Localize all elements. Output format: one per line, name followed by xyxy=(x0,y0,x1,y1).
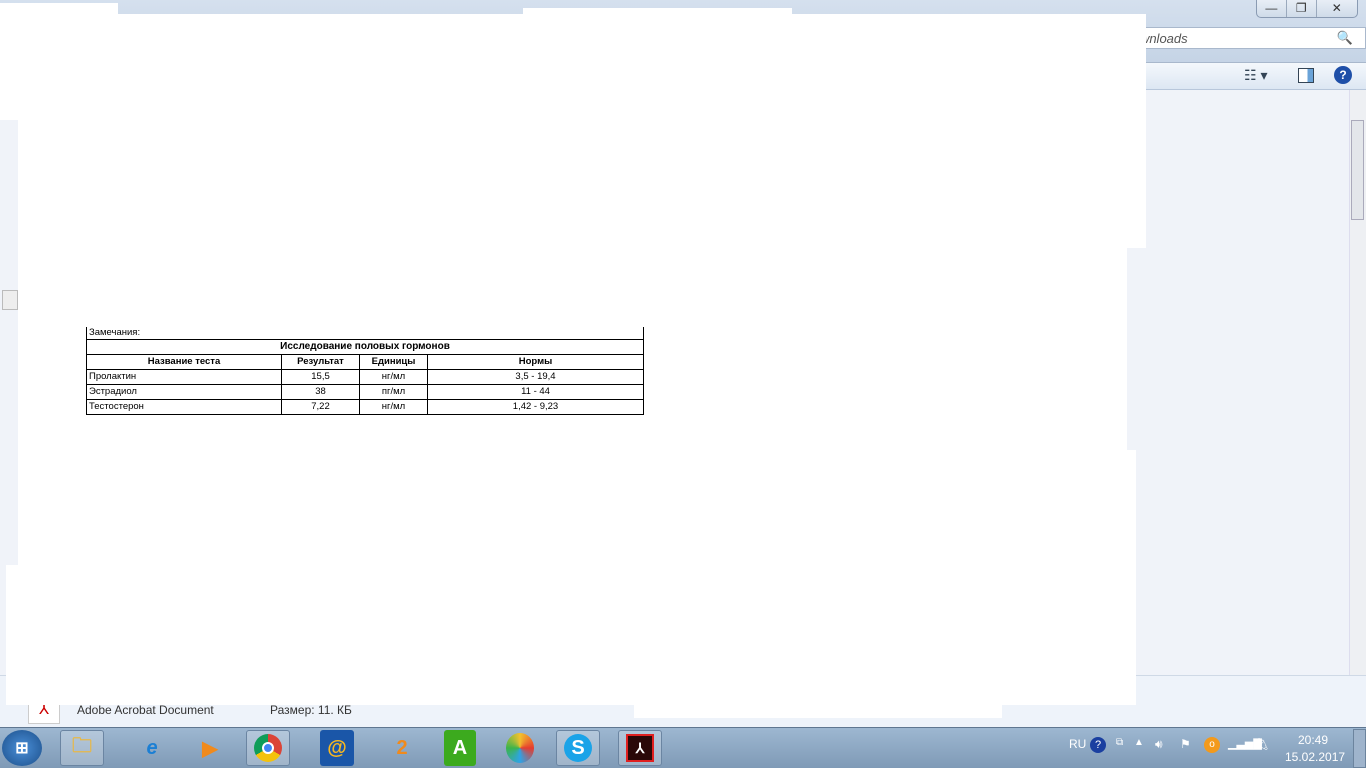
taskbar-mail-agent-icon[interactable]: @ xyxy=(320,730,354,766)
cell: пг/мл xyxy=(359,383,428,400)
cell: 3,5 - 19,4 xyxy=(427,368,644,385)
cell: 7,22 xyxy=(281,398,360,415)
overlay xyxy=(18,450,1136,565)
start-button[interactable]: ⊞ xyxy=(2,730,42,766)
clock-time[interactable]: 20:49 xyxy=(1298,733,1328,747)
overlay xyxy=(18,14,1146,248)
show-hidden-icons[interactable]: ▲ xyxy=(1134,737,1144,748)
language-indicator[interactable]: RU xyxy=(1069,737,1086,751)
taskbar-2gis-icon[interactable]: 2 xyxy=(380,730,424,766)
remarks-label: Замечания: xyxy=(86,327,644,340)
maximize-button[interactable]: ❐ xyxy=(1287,0,1317,17)
volume-icon[interactable]: 🔊︎ xyxy=(1155,737,1163,752)
language-bar-icon[interactable]: ⧉ xyxy=(1116,737,1123,748)
scrollbar-thumb[interactable] xyxy=(1351,120,1364,220)
power-icon[interactable]: 🔌︎ xyxy=(1254,737,1269,751)
cell: Пролактин xyxy=(86,368,282,385)
header-test-name: Название теста xyxy=(86,353,282,370)
help-tray-icon[interactable]: ? xyxy=(1090,737,1106,753)
search-icon[interactable]: 🔍 xyxy=(1337,30,1353,46)
table-row: Тестостерон 7,22 нг/мл 1,42 - 9,23 xyxy=(86,398,644,415)
taskbar-explorer-icon[interactable]: 🗀 xyxy=(60,730,104,766)
mail-notifier-icon[interactable]: o xyxy=(1204,737,1220,753)
nav-pane-button[interactable] xyxy=(2,290,18,310)
cell: нг/мл xyxy=(359,398,428,415)
cell: 11 - 44 xyxy=(427,383,644,400)
taskbar-amigo-a-icon[interactable]: A xyxy=(444,730,476,766)
taskbar-skype-icon[interactable]: S xyxy=(556,730,600,766)
cell: 38 xyxy=(281,383,360,400)
overlay xyxy=(6,565,1136,705)
cell: нг/мл xyxy=(359,368,428,385)
hormone-table: Замечания: Исследование половых гормонов… xyxy=(86,327,644,415)
cell: 15,5 xyxy=(281,368,360,385)
help-icon[interactable]: ? xyxy=(1334,66,1352,84)
cell: Тестостерон xyxy=(86,398,282,415)
taskbar-chrome-icon[interactable] xyxy=(246,730,290,766)
header-result: Результат xyxy=(281,353,360,370)
clock-date[interactable]: 15.02.2017 xyxy=(1285,750,1345,764)
taskbar-acrobat-icon[interactable]: ⅄ xyxy=(618,730,662,766)
overlay xyxy=(634,700,1002,718)
section-title: Исследование половых гормонов xyxy=(86,338,644,355)
window-controls: — ❐ ✕ xyxy=(1256,0,1358,18)
close-button[interactable]: ✕ xyxy=(1317,0,1357,17)
header-norms: Нормы xyxy=(427,353,644,370)
table-row: Пролактин 15,5 нг/мл 3,5 - 19,4 xyxy=(86,368,644,385)
table-row: Эстрадиол 38 пг/мл 11 - 44 xyxy=(86,383,644,400)
taskbar-amigo-browser-icon[interactable] xyxy=(498,730,542,766)
preview-pane-icon[interactable] xyxy=(1298,68,1314,83)
header-units: Единицы xyxy=(359,353,428,370)
file-type-label: Adobe Acrobat Document xyxy=(77,703,214,717)
minimize-button[interactable]: — xyxy=(1257,0,1287,17)
taskbar-ie-icon[interactable]: e xyxy=(130,730,174,766)
cell: 1,42 - 9,23 xyxy=(427,398,644,415)
show-desktop-button[interactable] xyxy=(1353,729,1366,768)
details-view-icon[interactable]: ☷ ▾ xyxy=(1244,67,1267,84)
cell: Эстрадиол xyxy=(86,383,282,400)
document-page: Замечания: Исследование половых гормонов… xyxy=(86,327,644,415)
file-size-label: Размер: 11. КБ xyxy=(270,703,352,717)
action-center-flag-icon[interactable]: ⚑ xyxy=(1180,737,1191,751)
taskbar-media-player-icon[interactable]: ▶ xyxy=(188,730,232,766)
